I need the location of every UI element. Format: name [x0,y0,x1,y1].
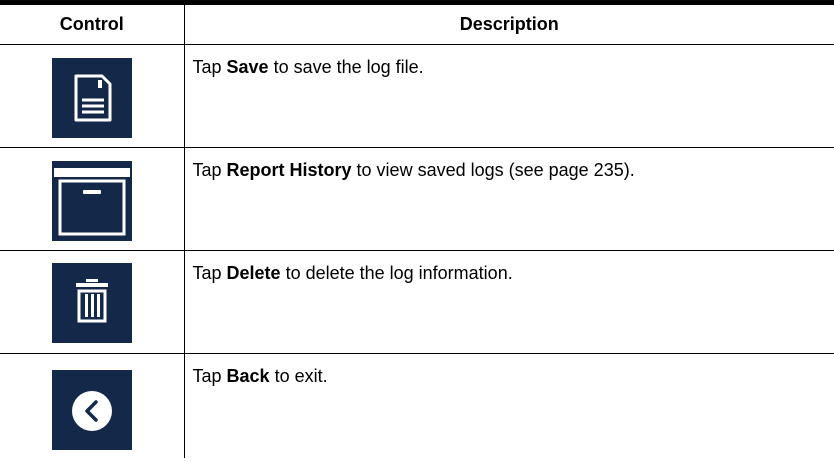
save-icon[interactable] [51,58,132,138]
control-name: Delete [226,263,281,283]
header-description: Description [184,0,834,45]
back-arrow-icon[interactable] [51,369,132,450]
header-control: Control [0,0,185,45]
control-cell [0,353,185,458]
description-suffix: to view saved logs (see page 235). [351,160,635,180]
description-cell: Tap Report History to view saved logs (s… [184,147,834,251]
control-name: Back [226,366,270,386]
description-suffix: to exit. [269,366,328,386]
description-suffix: to delete the log information. [280,263,513,283]
archive-box-icon[interactable] [51,161,132,241]
controls-table: Control Description Tap Save to save the… [0,0,834,458]
description-cell: Tap Delete to delete the log information… [184,250,834,354]
description-prefix: Tap [192,57,227,77]
control-cell [0,250,185,354]
trash-icon[interactable] [51,263,132,343]
table-row-report-history: Tap Report History to view saved logs (s… [0,147,834,251]
description-cell: Tap Save to save the log file. [184,44,834,148]
header-row: Control Description [0,0,834,45]
description-cell: Tap Back to exit. [184,354,834,458]
table-header: Control Description [0,0,834,45]
control-name: Report History [226,160,352,180]
table-row-delete: Tap Delete to delete the log information… [0,250,834,354]
table-row-save: Tap Save to save the log file. [0,44,834,148]
description-prefix: Tap [192,366,227,386]
control-cell [0,44,185,148]
description-suffix: to save the log file. [268,57,424,77]
description-prefix: Tap [192,160,227,180]
control-name: Save [226,57,269,77]
description-prefix: Tap [192,263,227,283]
table-body: Tap Save to save the log file. Tap Repor… [0,44,834,458]
control-cell [0,147,185,251]
table-row-back: Tap Back to exit. [0,353,834,458]
